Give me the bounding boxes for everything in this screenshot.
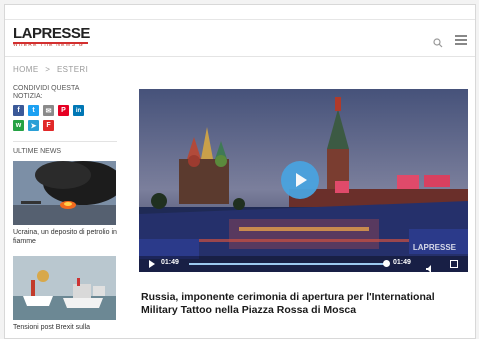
site-header: LAPRESSE WHERE THE NEWS G — [5, 20, 475, 57]
duration: 01:49 — [393, 259, 411, 266]
video-watermark: LAPRESSE — [412, 243, 456, 252]
current-time: 01:49 — [161, 259, 179, 266]
news-thumbnail-fire[interactable] — [13, 161, 116, 225]
site-logo[interactable]: LAPRESSE WHERE THE NEWS G — [13, 26, 90, 48]
news-caption[interactable]: Ucraina, un deposito di petrolio in fiam… — [13, 228, 117, 246]
progress-knob[interactable] — [383, 260, 390, 267]
ultime-news-title: ULTIME NEWS — [13, 148, 62, 155]
pinterest-icon[interactable]: P — [58, 105, 69, 116]
email-icon[interactable]: ✉ — [43, 105, 54, 116]
sidebar: CONDIVIDI QUESTA NOTIZIA: f t ✉ P in w ➤… — [13, 85, 117, 332]
video-controls: 01:49 01:49 — [139, 256, 468, 272]
volume-icon[interactable] — [426, 260, 434, 272]
fullscreen-icon[interactable] — [450, 260, 458, 268]
twitter-icon[interactable]: t — [28, 105, 39, 116]
breadcrumb-separator: > — [45, 65, 51, 74]
share-title: CONDIVIDI QUESTA NOTIZIA: — [13, 85, 79, 100]
hamburger-menu-icon[interactable] — [455, 35, 467, 45]
search-icon[interactable] — [433, 35, 443, 48]
news-thumbnail-boats[interactable] — [13, 256, 116, 320]
facebook-icon[interactable]: f — [13, 105, 24, 116]
news-caption[interactable]: Tensioni post Brexit sulla — [13, 323, 117, 332]
progress-bar[interactable] — [189, 263, 384, 265]
whatsapp-icon[interactable]: w — [13, 120, 24, 131]
video-player[interactable]: LAPRESSE 01:49 01:49 — [139, 89, 468, 272]
breadcrumb: HOME > ESTERI — [13, 65, 92, 74]
article-headline: Russia, imponente cerimonia di apertura … — [141, 291, 435, 316]
divider — [13, 141, 117, 142]
breadcrumb-esteri[interactable]: ESTERI — [57, 65, 88, 74]
control-play-icon[interactable] — [149, 260, 155, 268]
linkedin-icon[interactable]: in — [73, 105, 84, 116]
page: LAPRESSE WHERE THE NEWS G HOME > ESTERI … — [4, 4, 476, 339]
breadcrumb-home[interactable]: HOME — [13, 65, 39, 74]
top-strip — [5, 5, 475, 20]
flipboard-icon[interactable]: F — [43, 120, 54, 131]
logo-underline — [13, 42, 88, 44]
share-row-1: f t ✉ P in — [13, 105, 117, 116]
telegram-icon[interactable]: ➤ — [28, 120, 39, 131]
share-row-2: w ➤ F — [13, 120, 117, 131]
logo-wordmark: LAPRESSE — [13, 25, 90, 42]
play-button[interactable] — [281, 161, 319, 199]
